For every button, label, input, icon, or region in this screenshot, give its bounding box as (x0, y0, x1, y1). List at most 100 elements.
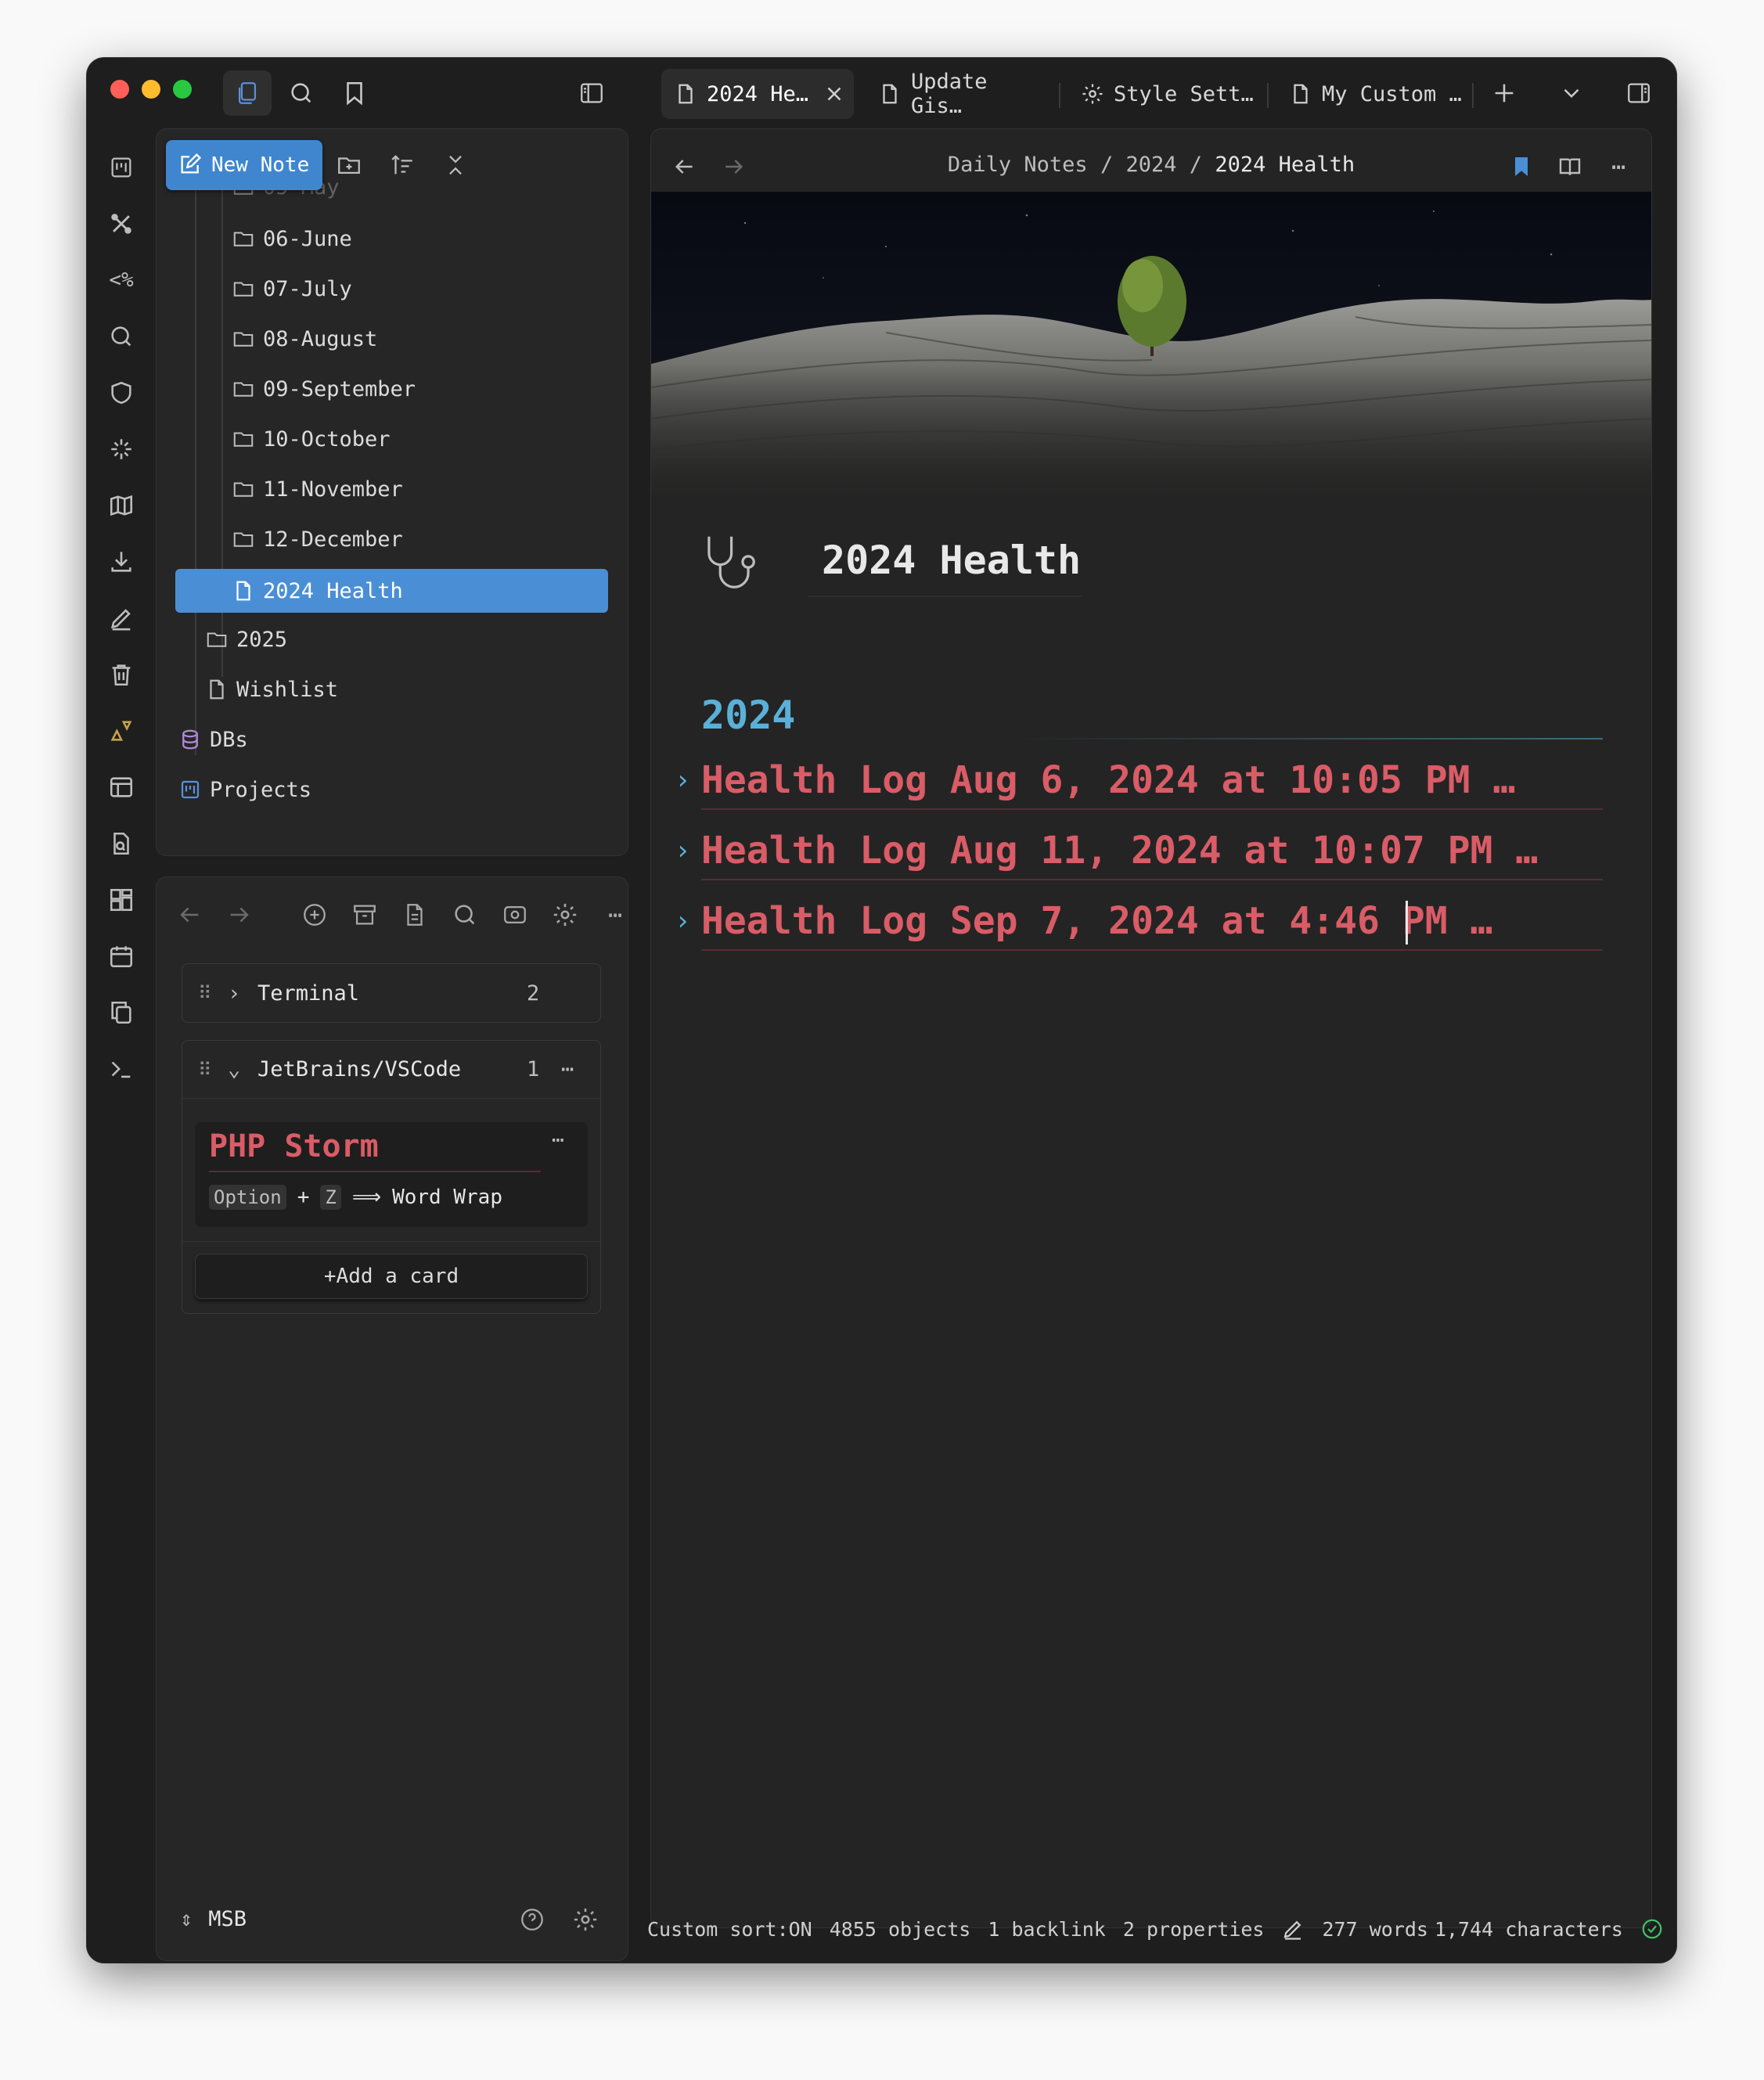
chevron-right-icon[interactable]: › (675, 765, 690, 796)
more-icon[interactable]: ⋯ (561, 1057, 574, 1081)
vault-switcher[interactable]: ⇕ MSB (180, 1907, 247, 1931)
kbd-key: Option (209, 1185, 286, 1210)
kanban-more-button[interactable]: ⋯ (599, 899, 631, 930)
status-properties[interactable]: 2 properties (1123, 1918, 1265, 1941)
sort-button[interactable] (387, 149, 418, 181)
note-heading[interactable]: 2024 (701, 693, 795, 738)
minimize-window-button[interactable] (142, 80, 160, 99)
tree-folder-09-september[interactable]: 09-September (232, 367, 545, 411)
chevron-right-icon[interactable]: › (675, 905, 690, 937)
tree-folder-dbs[interactable]: DBs (178, 718, 491, 761)
kanban-markdown-button[interactable] (399, 899, 430, 930)
ribbon-search-button[interactable] (104, 319, 139, 354)
health-log-link[interactable]: Health Log Sep 7, 2024 at 4:46 PM … (701, 899, 1492, 943)
ribbon-copy-button[interactable] (104, 995, 139, 1030)
database-icon (182, 729, 198, 750)
new-note-button[interactable]: New Note (166, 140, 322, 190)
ribbon-templater-button[interactable]: <% (104, 263, 139, 297)
gear-icon (1082, 84, 1103, 104)
bookmarks-view-button[interactable] (336, 74, 373, 113)
kanban-settings-button[interactable] (549, 899, 581, 930)
lane-header[interactable]: ⠿ ⌄ JetBrains/VSCode 1 ⋯ (182, 1041, 600, 1099)
tree-folder-11-november[interactable]: 11-November (232, 467, 545, 511)
tree-folder-2025[interactable]: 2025 (205, 617, 518, 661)
ribbon-map-button[interactable] (104, 488, 139, 523)
note-title[interactable]: 2024 Health (822, 538, 1081, 583)
app-window: 2024 He… Update Gis… Style Sett… My Cust… (87, 58, 1676, 1963)
chevron-right-icon[interactable]: › (675, 835, 690, 866)
kanban-forward-button[interactable] (224, 899, 255, 930)
help-button[interactable] (517, 1904, 548, 1935)
chevron-down-icon[interactable]: ⌄ (228, 1057, 240, 1081)
kanban-archive-button[interactable] (349, 899, 380, 930)
more-options-button[interactable]: ⋯ (1603, 151, 1634, 182)
status-backlinks[interactable]: 1 backlink (988, 1918, 1106, 1941)
search-view-button[interactable] (283, 74, 320, 113)
bookmark-button[interactable] (1506, 151, 1537, 182)
tree-folder-07-july[interactable]: 07-July (232, 267, 545, 311)
search-icon (111, 326, 131, 347)
sort-icon (391, 155, 412, 175)
tree-label: Wishlist (236, 677, 339, 702)
lane-header[interactable]: ⠿ › Terminal 2 (182, 964, 600, 1022)
toggle-right-sidebar-button[interactable] (1619, 74, 1658, 113)
ribbon-trash-button[interactable] (104, 657, 139, 692)
more-icon[interactable]: ⋯ (552, 1128, 564, 1152)
close-window-button[interactable] (110, 80, 129, 99)
ribbon-import-button[interactable] (104, 545, 139, 579)
kanban-add-button[interactable] (299, 899, 330, 930)
settings-button[interactable] (570, 1904, 601, 1935)
ribbon-excalidraw-button[interactable] (104, 714, 139, 748)
reading-view-button[interactable] (1554, 151, 1586, 182)
drag-handle-icon[interactable]: ⠿ (198, 1059, 212, 1081)
editor-pane: Daily Notes / 2024 / 2024 Health ⋯ 2024 … (650, 128, 1652, 1928)
ribbon-calendar-button[interactable] (104, 939, 139, 973)
kanban-card[interactable]: PHP Storm ⋯ Option + Z ⟹ Word Wrap (195, 1122, 588, 1227)
tree-file-2024-health[interactable]: 2024 Health (175, 569, 608, 613)
ribbon-tools-button[interactable] (104, 207, 139, 241)
breadcrumb-item[interactable]: 2024 (1125, 153, 1176, 177)
tab-2024-health[interactable]: 2024 He… (661, 69, 854, 119)
close-icon[interactable] (823, 82, 846, 106)
kanban-search-button[interactable] (449, 899, 481, 930)
folder-icon (233, 332, 254, 347)
sync-check-icon[interactable] (1640, 1917, 1664, 1941)
ribbon-draw-button[interactable] (104, 601, 139, 635)
tree-folder-06-june[interactable]: 06-June (232, 217, 545, 261)
status-sort[interactable]: Custom sort:ON (647, 1918, 812, 1941)
collapse-all-button[interactable] (440, 149, 471, 181)
ribbon-dashboard-button[interactable] (104, 883, 139, 917)
ribbon-sparkle-button[interactable] (104, 432, 139, 466)
tree-file-wishlist[interactable]: Wishlist (205, 668, 518, 711)
health-log-link[interactable]: Health Log Aug 11, 2024 at 10:07 PM … (701, 829, 1538, 873)
ribbon-shield-button[interactable] (104, 376, 139, 410)
new-folder-button[interactable] (333, 149, 365, 181)
tree-folder-08-august[interactable]: 08-August (232, 317, 545, 361)
tab-list-button[interactable] (1552, 74, 1591, 113)
new-tab-button[interactable] (1485, 74, 1524, 113)
kanban-view-button[interactable] (499, 899, 531, 930)
tab-update-gist[interactable]: Update Gis… (866, 69, 1046, 119)
toggle-left-sidebar-button[interactable] (572, 74, 611, 113)
breadcrumb: Daily Notes / 2024 / 2024 Health (651, 153, 1651, 177)
tree-file-projects[interactable]: Projects (178, 768, 491, 811)
templater-icon: <% (109, 268, 134, 292)
tab-style-settings[interactable]: Style Sett… (1068, 69, 1256, 119)
health-log-link[interactable]: Health Log Aug 6, 2024 at 10:05 PM … (701, 758, 1515, 802)
tree-folder-12-december[interactable]: 12-December (232, 517, 545, 561)
chevron-right-icon[interactable]: › (228, 981, 240, 1006)
ribbon-layout-button[interactable] (104, 770, 139, 804)
gear-icon (574, 1908, 597, 1931)
ribbon-kanban-button[interactable] (104, 150, 139, 185)
maximize-window-button[interactable] (173, 80, 192, 99)
drag-handle-icon[interactable]: ⠿ (198, 982, 212, 1004)
pencil-icon[interactable] (1281, 1917, 1305, 1941)
add-card-button[interactable]: +Add a card (195, 1254, 588, 1299)
tree-folder-10-october[interactable]: 10-October (232, 417, 545, 461)
breadcrumb-item[interactable]: Daily Notes (948, 153, 1088, 177)
kanban-back-button[interactable] (174, 899, 205, 930)
ribbon-terminal-button[interactable] (104, 1052, 139, 1086)
ribbon-file-search-button[interactable] (104, 826, 139, 861)
tab-my-custom[interactable]: My Custom … (1276, 69, 1472, 119)
files-view-button[interactable] (223, 70, 272, 116)
